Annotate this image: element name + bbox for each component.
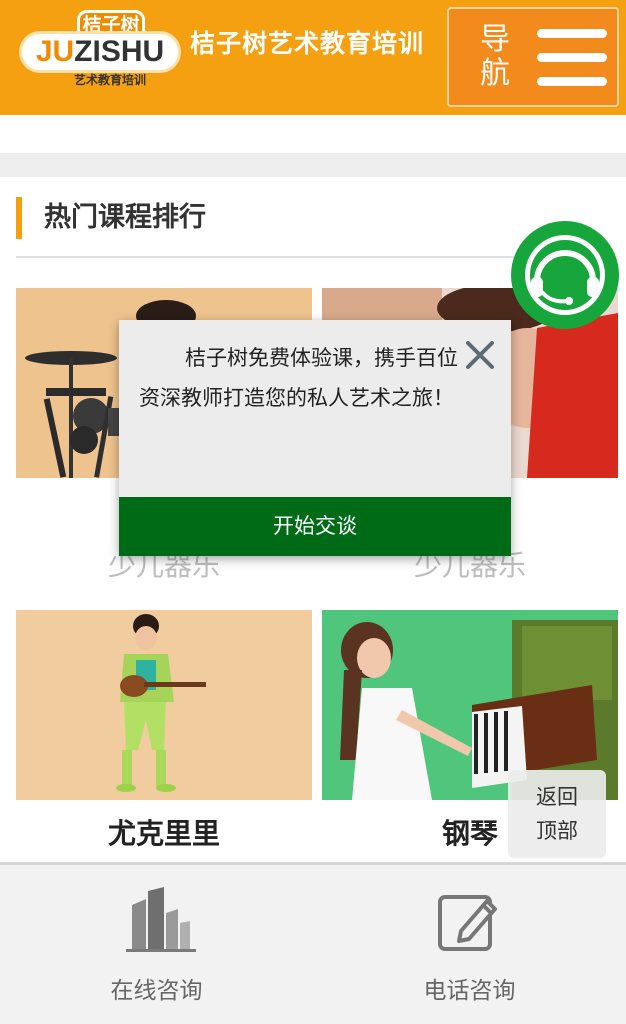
site-header: 桔子树 JUZISHU 艺术教育培训 桔子树艺术教育培训 导航 bbox=[0, 0, 626, 115]
hamburger-menu-icon bbox=[537, 29, 607, 87]
popup-message: 桔子树免费体验课，携手百位资深教师打造您的私人艺术之旅！ bbox=[139, 346, 458, 410]
ukulele-boy-illustration bbox=[16, 610, 312, 800]
start-chat-button[interactable]: 开始交谈 bbox=[119, 497, 511, 556]
course-label-ukulele[interactable]: 尤克里里 bbox=[16, 812, 312, 852]
building-icon bbox=[126, 887, 196, 952]
edit-icon bbox=[438, 895, 497, 951]
bottom-action-bar: 在线咨询 电话咨询 bbox=[0, 862, 626, 1024]
section-title: 热门课程排行 bbox=[44, 202, 206, 233]
logo-wordmark-ju: JU bbox=[35, 35, 75, 68]
phone-consult-label: 电话咨询 bbox=[423, 978, 516, 1004]
promo-popup: 桔子树免费体验课，携手百位资深教师打造您的私人艺术之旅！ 开始交谈 bbox=[119, 320, 511, 556]
close-icon[interactable] bbox=[463, 338, 497, 372]
online-consult-label: 在线咨询 bbox=[110, 978, 203, 1004]
nav-label: 导航 bbox=[480, 22, 510, 91]
logo-subtitle: 艺术教育培训 bbox=[73, 73, 146, 87]
site-logo[interactable]: 桔子树 JUZISHU 艺术教育培训 bbox=[22, 8, 182, 100]
section-divider bbox=[0, 153, 626, 177]
logo-wordmark-rest: ZISHU bbox=[74, 35, 165, 68]
customer-service-chat-button[interactable] bbox=[511, 221, 619, 329]
section-accent-bar bbox=[16, 197, 22, 239]
back-to-top-button[interactable]: 返回 顶部 bbox=[508, 770, 606, 858]
course-image-ukulele[interactable] bbox=[16, 610, 312, 800]
nav-menu-button[interactable]: 导航 bbox=[447, 7, 619, 107]
phone-consult-button[interactable]: 电话咨询 bbox=[313, 865, 626, 1024]
site-title: 桔子树艺术教育培训 bbox=[190, 29, 425, 58]
online-consult-button[interactable]: 在线咨询 bbox=[0, 865, 313, 1024]
back-to-top-line1: 返回 bbox=[536, 785, 578, 809]
back-to-top-line2: 顶部 bbox=[536, 819, 578, 843]
headset-icon bbox=[525, 235, 605, 315]
logo-wordmark: JUZISHU bbox=[22, 34, 178, 70]
